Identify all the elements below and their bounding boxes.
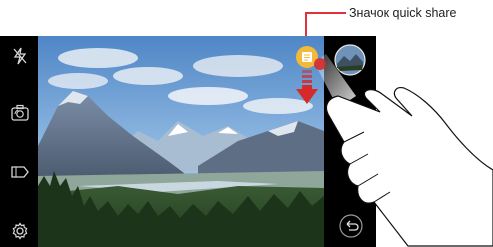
settings-icon[interactable] bbox=[11, 222, 29, 240]
mode-icon[interactable] bbox=[10, 164, 30, 180]
camera-viewfinder[interactable] bbox=[38, 36, 324, 247]
left-toolbar bbox=[0, 36, 38, 247]
hand-gesture bbox=[314, 54, 493, 247]
flash-off-icon[interactable] bbox=[12, 47, 28, 65]
callout-label: Значок quick share bbox=[349, 6, 457, 20]
screenshot: Значок quick share bbox=[0, 0, 493, 247]
switch-camera-icon[interactable] bbox=[10, 104, 30, 122]
landscape-preview-image bbox=[38, 36, 324, 247]
